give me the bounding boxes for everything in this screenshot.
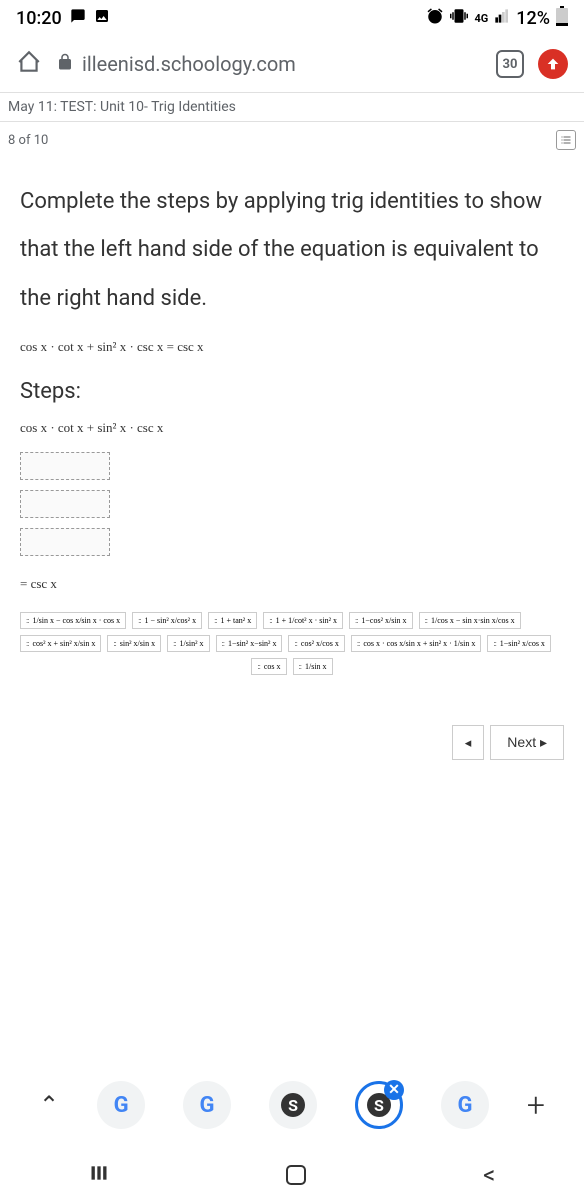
- grip-icon: ::: [493, 639, 495, 648]
- grip-icon: ::: [222, 639, 224, 648]
- browser-tab-strip: ⌃ G G S S ✕ G +: [0, 1070, 584, 1140]
- tile[interactable]: ::1/sin x − cos x/sin x · cos x: [20, 612, 126, 629]
- grip-icon: ::: [355, 616, 357, 625]
- lock-icon: [56, 52, 74, 76]
- battery-label: 12%: [516, 8, 550, 29]
- close-icon[interactable]: ✕: [384, 1080, 404, 1100]
- chat-icon: [70, 8, 86, 29]
- grip-icon: ::: [214, 616, 216, 625]
- tile[interactable]: ::cos x: [251, 658, 286, 675]
- tile[interactable]: ::1−cos² x/sin x: [349, 612, 413, 629]
- tile[interactable]: ::1 + tan² x: [208, 612, 257, 629]
- android-nav-bar: <: [0, 1150, 584, 1200]
- grip-icon: ::: [357, 639, 359, 648]
- grip-icon: ::: [173, 639, 175, 648]
- next-button[interactable]: Next ▸: [490, 725, 564, 760]
- prev-button[interactable]: ◂: [452, 725, 485, 760]
- recent-apps-button[interactable]: [89, 1163, 109, 1187]
- grip-icon: ::: [294, 639, 296, 648]
- status-bar: 10:20 4G 12%: [0, 0, 584, 36]
- tile[interactable]: ::1 + 1/cot² x · sin² x: [263, 612, 343, 629]
- main-formula: cos x · cot x + sin² x · csc x = csc x: [20, 339, 564, 355]
- new-tab-button[interactable]: +: [527, 1086, 545, 1124]
- drop-target-3[interactable]: [20, 528, 110, 556]
- url-bar[interactable]: illeenisd.schoology.com: [56, 52, 482, 76]
- tab-schoology-active[interactable]: S ✕: [355, 1081, 403, 1129]
- vibrate-icon: [450, 7, 468, 30]
- tile[interactable]: ::1/sin x: [293, 658, 333, 675]
- network-label: 4G: [474, 12, 488, 25]
- url-text: illeenisd.schoology.com: [82, 52, 296, 76]
- home-icon[interactable]: [16, 49, 42, 79]
- question-content: Complete the steps by applying trig iden…: [0, 158, 584, 725]
- grip-icon: ::: [425, 616, 427, 625]
- signal-icon: [494, 8, 510, 29]
- tab-schoology-1[interactable]: S: [269, 1081, 317, 1129]
- grip-icon: ::: [269, 616, 271, 625]
- home-button[interactable]: [286, 1165, 306, 1185]
- grip-icon: ::: [26, 639, 28, 648]
- back-button[interactable]: <: [483, 1161, 495, 1189]
- grip-icon: ::: [26, 616, 28, 625]
- step-start: cos x · cot x + sin² x · csc x: [20, 420, 564, 436]
- chevron-up-icon[interactable]: ⌃: [39, 1091, 59, 1119]
- tab-google-2[interactable]: G: [183, 1081, 231, 1129]
- tab-count-button[interactable]: 30: [496, 50, 524, 78]
- tile[interactable]: ::1−sin² x/cos x: [487, 635, 551, 652]
- question-counter: 8 of 10: [8, 133, 48, 148]
- upload-button[interactable]: [538, 49, 568, 79]
- browser-bar: illeenisd.schoology.com 30: [0, 36, 584, 92]
- question-list-icon[interactable]: [556, 130, 576, 150]
- question-text: Complete the steps by applying trig iden…: [20, 178, 564, 323]
- image-icon: [94, 8, 110, 29]
- grip-icon: ::: [299, 662, 301, 671]
- grip-icon: ::: [138, 616, 140, 625]
- tab-google-3[interactable]: G: [441, 1081, 489, 1129]
- grip-icon: ::: [257, 662, 259, 671]
- drop-target-2[interactable]: [20, 490, 110, 518]
- tile[interactable]: ::1−sin² x−sin² x: [216, 635, 283, 652]
- tile[interactable]: ::sin² x/sin x: [107, 635, 161, 652]
- tile[interactable]: ::cos² x/cos x: [288, 635, 344, 652]
- grip-icon: ::: [113, 639, 115, 648]
- drop-target-1[interactable]: [20, 452, 110, 480]
- tile[interactable]: ::cos x · cos x/sin x + sin² x · 1/sin x: [351, 635, 481, 652]
- question-header: 8 of 10: [0, 121, 584, 158]
- status-time: 10:20: [16, 8, 62, 29]
- alarm-icon: [426, 7, 444, 30]
- answer-tiles: ::1/sin x − cos x/sin x · cos x ::1 − si…: [20, 612, 564, 675]
- tile[interactable]: ::1 − sin² x/cos² x: [132, 612, 202, 629]
- result-formula: = csc x: [20, 576, 564, 592]
- battery-icon: [556, 6, 568, 31]
- breadcrumb[interactable]: May 11: TEST: Unit 10- Trig Identities: [0, 92, 584, 121]
- tile[interactable]: ::cos² x + sin² x/sin x: [20, 635, 101, 652]
- steps-label: Steps:: [20, 379, 564, 404]
- tile[interactable]: ::1/cos x − sin x·sin x/cos x: [419, 612, 521, 629]
- tile[interactable]: ::1/sin² x: [167, 635, 209, 652]
- tab-google-1[interactable]: G: [97, 1081, 145, 1129]
